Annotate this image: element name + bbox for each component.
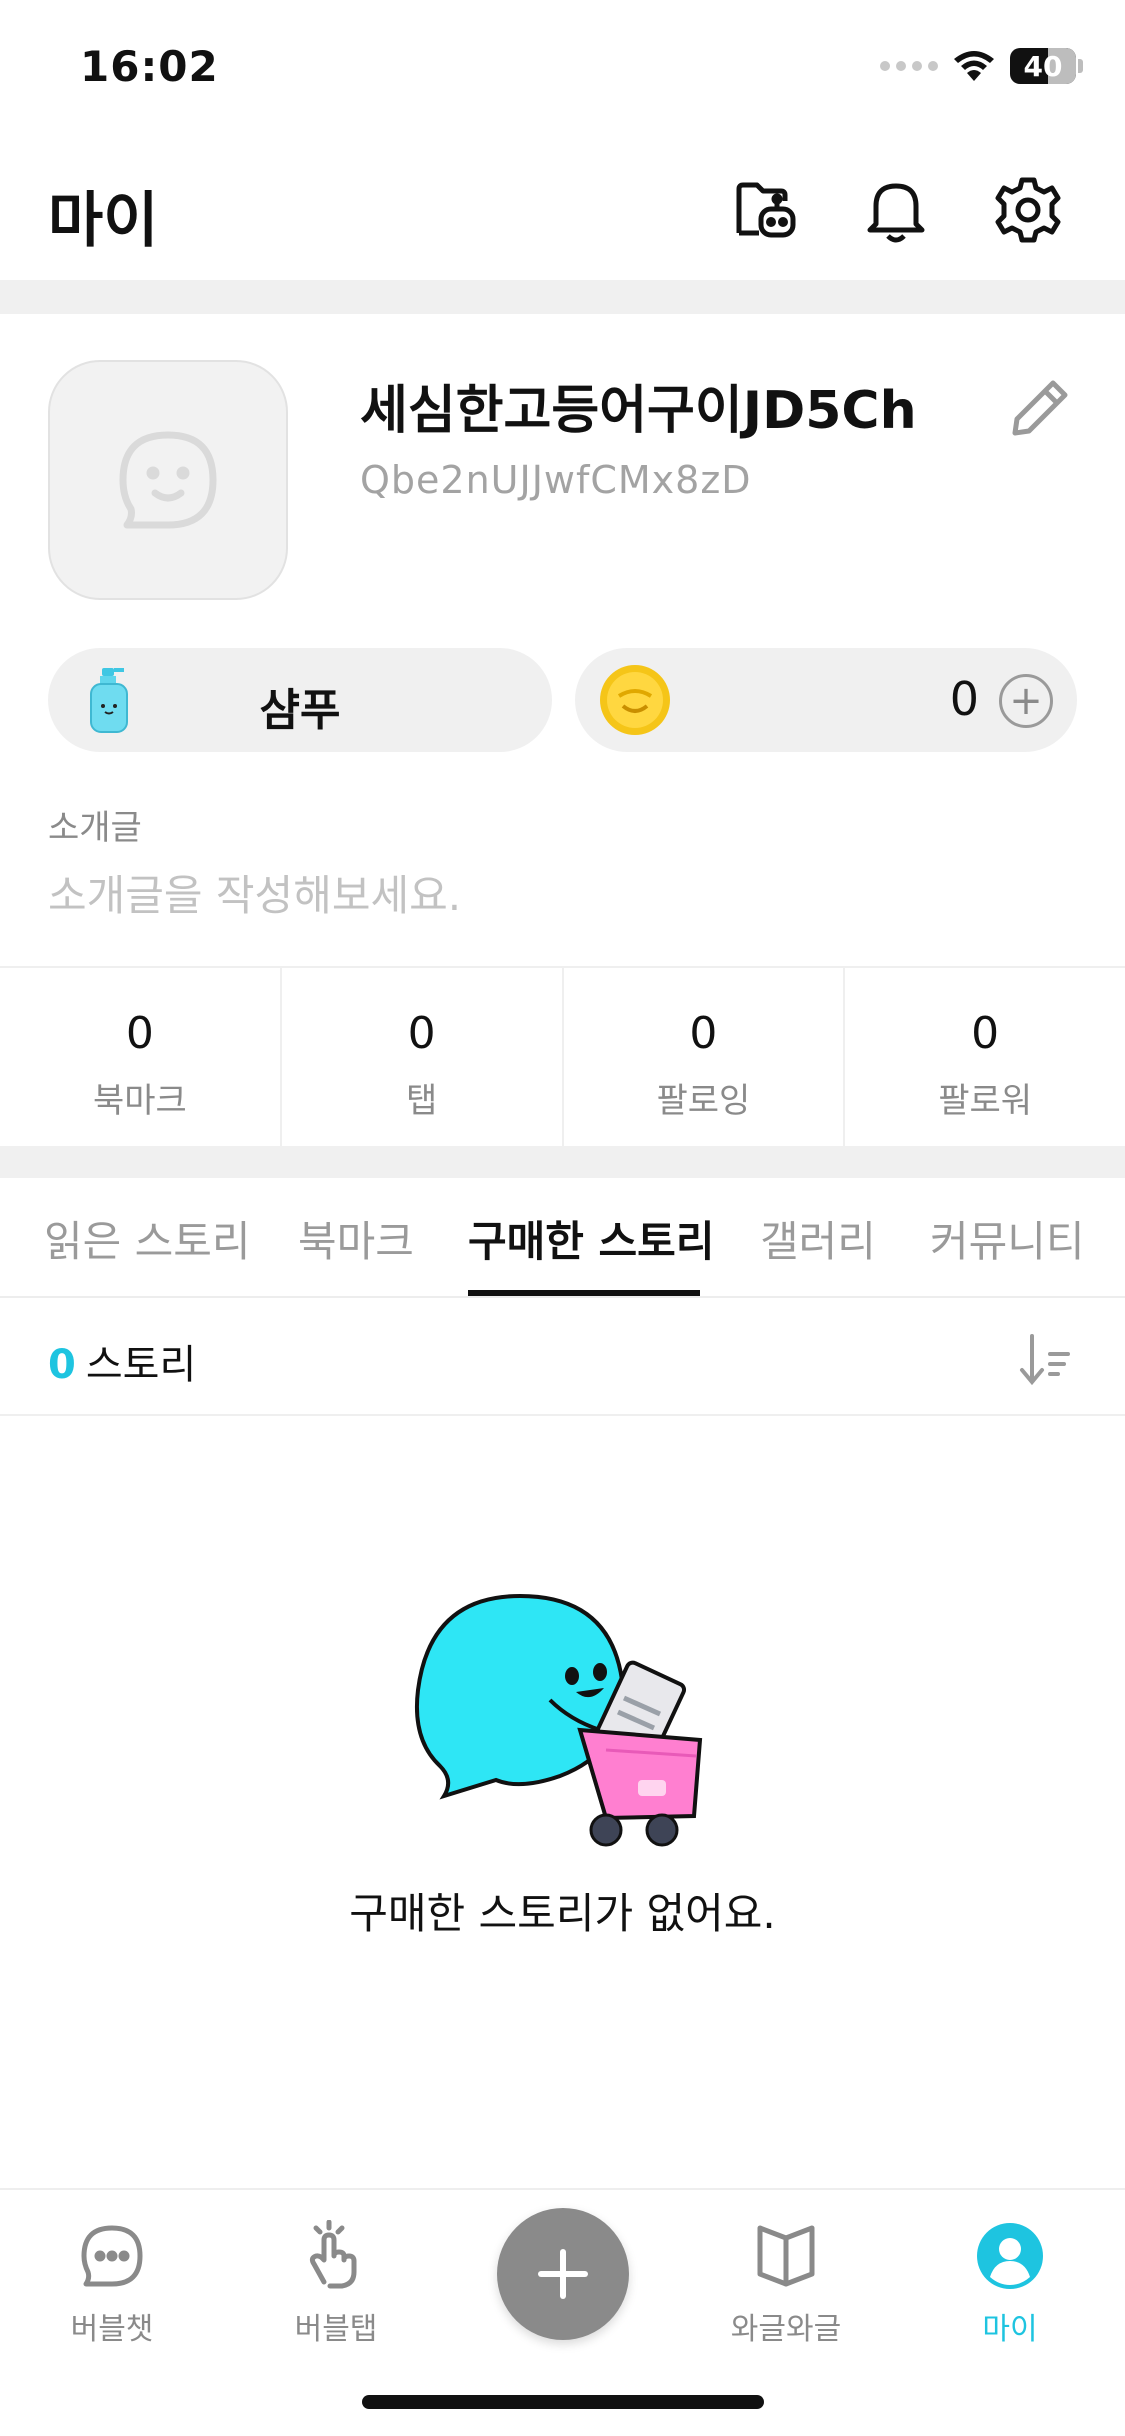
battery-icon: 40 bbox=[1010, 48, 1076, 84]
story-count-unit: 스토리 bbox=[85, 1342, 197, 1388]
stat-value: 0 bbox=[125, 1008, 154, 1059]
stat-bookmarks[interactable]: 0 북마크 bbox=[0, 968, 282, 1146]
story-count-number: 0 bbox=[48, 1342, 76, 1388]
tab-purchased-stories[interactable]: 구매한 스토리 bbox=[468, 1208, 714, 1269]
bot-folder-icon bbox=[736, 182, 796, 238]
empty-shopping-cart-illustration bbox=[414, 1593, 703, 1847]
nickname: 세심한고등어구이JD5Ch bbox=[360, 381, 917, 441]
cellular-signal-icon bbox=[880, 61, 938, 71]
section-divider bbox=[0, 280, 1125, 314]
empty-state-message: 구매한 스토리가 없어요. bbox=[349, 1889, 776, 1938]
stat-followers[interactable]: 0 팔로워 bbox=[845, 968, 1125, 1146]
nav-label: 마이 bbox=[982, 2312, 1038, 2347]
section-divider bbox=[0, 1146, 1125, 1178]
status-icons: 40 bbox=[880, 48, 1083, 84]
app-header: 마이 bbox=[0, 140, 1125, 280]
status-bar: 16:02 40 bbox=[0, 0, 1125, 140]
stat-label: 탭 bbox=[405, 1081, 438, 1121]
stat-taps[interactable]: 0 탭 bbox=[282, 968, 564, 1146]
nav-my[interactable]: 마이 bbox=[930, 2218, 1090, 2348]
nav-waglewagle[interactable]: 와글와글 bbox=[706, 2218, 866, 2348]
stat-label: 북마크 bbox=[92, 1081, 187, 1121]
wifi-icon bbox=[954, 51, 994, 81]
nav-label: 와글와글 bbox=[730, 2312, 842, 2347]
sort-button[interactable] bbox=[1010, 1324, 1080, 1394]
sort-icon bbox=[1020, 1334, 1070, 1386]
stat-value: 0 bbox=[689, 1008, 718, 1059]
story-tabs: 읽은 스토리 북마크 구매한 스토리 갤러리 커뮤니티 bbox=[0, 1178, 1125, 1298]
nav-bubble-tap[interactable]: 버블탭 bbox=[256, 2218, 416, 2348]
user-id: Qbe2nUJJwfCMx8zD bbox=[360, 458, 752, 502]
tab-bookmarks[interactable]: 북마크 bbox=[298, 1208, 414, 1269]
avatar[interactable] bbox=[48, 360, 288, 600]
notification-button[interactable] bbox=[852, 166, 940, 254]
home-indicator bbox=[362, 2395, 764, 2409]
profile-icon bbox=[977, 2223, 1043, 2289]
tab-read-stories[interactable]: 읽은 스토리 bbox=[44, 1208, 251, 1269]
coin-icon bbox=[600, 665, 670, 735]
bot-folder-button[interactable] bbox=[722, 166, 810, 254]
stat-value: 0 bbox=[971, 1008, 1000, 1059]
intro-label: 소개글 bbox=[48, 808, 142, 848]
coin-balance-button[interactable]: 0 + bbox=[575, 648, 1077, 752]
gear-icon bbox=[995, 177, 1061, 243]
battery-level: 40 bbox=[1023, 49, 1063, 83]
intro-input[interactable]: 소개글을 작성해보세요. bbox=[48, 862, 461, 923]
tap-hand-icon bbox=[309, 2220, 357, 2289]
stat-label: 팔로잉 bbox=[656, 1081, 751, 1121]
stats-row: 0 북마크 0 탭 0 팔로잉 0 팔로워 bbox=[0, 966, 1125, 1146]
shampoo-item-button[interactable]: 샴푸 bbox=[48, 648, 552, 752]
status-time: 16:02 bbox=[80, 42, 219, 91]
tab-community[interactable]: 커뮤니티 bbox=[930, 1208, 1085, 1269]
story-count: 0 스토리 bbox=[48, 1332, 196, 1390]
open-book-icon bbox=[757, 2225, 815, 2287]
shampoo-label: 샴푸 bbox=[259, 685, 341, 736]
create-button[interactable] bbox=[497, 2208, 629, 2340]
page-title: 마이 bbox=[48, 186, 159, 256]
coin-count: 0 bbox=[949, 672, 979, 726]
tab-gallery[interactable]: 갤러리 bbox=[760, 1208, 876, 1269]
settings-button[interactable] bbox=[984, 166, 1072, 254]
active-tab-indicator bbox=[468, 1290, 700, 1296]
edit-profile-button[interactable] bbox=[1000, 368, 1080, 448]
bell-icon bbox=[867, 183, 925, 243]
nav-label: 버블탭 bbox=[294, 2312, 378, 2347]
nav-bubble-chat[interactable]: 버블챗 bbox=[32, 2218, 192, 2348]
pencil-icon bbox=[1012, 380, 1068, 436]
stat-label: 팔로워 bbox=[938, 1081, 1033, 1121]
stat-following[interactable]: 0 팔로잉 bbox=[564, 968, 846, 1146]
plus-icon bbox=[538, 2249, 588, 2299]
default-avatar-icon bbox=[119, 431, 217, 529]
add-coin-icon[interactable]: + bbox=[999, 674, 1053, 728]
list-header: 0 스토리 bbox=[0, 1298, 1125, 1416]
nav-label: 버블챗 bbox=[70, 2312, 154, 2347]
chat-bubble-icon bbox=[81, 2225, 143, 2287]
stat-value: 0 bbox=[407, 1008, 436, 1059]
